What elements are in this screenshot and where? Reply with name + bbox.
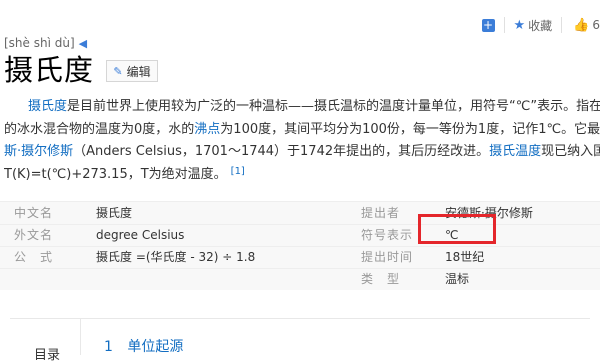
- link-boiling-point[interactable]: 沸点: [194, 122, 220, 137]
- toolbar-divider: [561, 17, 562, 33]
- top-toolbar: + ★ 收藏 👍 6: [482, 14, 600, 36]
- info-value: degree Celsius: [96, 224, 184, 246]
- summary-line-4: T(K)=t(℃)+273.15，T为绝对温度。 [1]: [4, 164, 600, 187]
- catalog-label-box: 目录: [10, 318, 81, 355]
- favorite-label: 收藏: [528, 17, 552, 34]
- summary-line-2: 的冰水混合物的温度为0度，水的沸点为100度，其间平均分为100份，每一等份为1…: [4, 119, 600, 142]
- add-button[interactable]: +: [482, 19, 495, 32]
- summary-line-3: 斯·摄尔修斯（Anders Celsius，1701～1744）于1742年提出…: [4, 141, 600, 164]
- info-value: 18世纪: [445, 246, 484, 268]
- catalog-item-number: 1: [104, 339, 113, 355]
- summary-text: 的冰水混合物的温度为0度，水的: [4, 122, 194, 137]
- catalog-item-label: 单位起源: [127, 339, 183, 355]
- like-count: 6: [592, 18, 600, 32]
- thumbs-up-icon: 👍: [573, 18, 589, 33]
- star-icon: ★: [514, 18, 526, 33]
- summary-text: 是目前世界上使用较为广泛的一种温标——摄氏温标的温度计量单位，用符号“℃”表示。…: [67, 99, 600, 114]
- page-title: 摄氏度: [4, 52, 94, 88]
- info-value: 温标: [445, 268, 469, 290]
- pinyin-text: [shè shì dù]: [4, 36, 75, 50]
- info-label: 外文名: [14, 224, 53, 246]
- link-celsius-temperature[interactable]: 摄氏温度: [489, 144, 541, 159]
- info-row: 中文名 摄氏度 提出者 安德斯·摄尔修斯: [0, 202, 600, 224]
- pinyin: [shè shì dù] ◀: [4, 36, 87, 50]
- info-value: 摄氏度 =(华氏度 - 32) ÷ 1.8: [96, 246, 255, 268]
- pencil-icon: ✎: [113, 65, 122, 78]
- edit-label: 编辑: [127, 63, 151, 80]
- toolbar-divider: [504, 17, 505, 33]
- plus-square-icon: +: [482, 19, 495, 32]
- catalog: 目录 1 单位起源: [0, 318, 600, 355]
- link-celsius[interactable]: 摄氏度: [28, 99, 67, 114]
- highlight-box: [418, 214, 496, 244]
- info-row: 类 型 温标: [0, 268, 600, 290]
- info-label: 类 型: [361, 268, 400, 290]
- summary-paragraph: 摄氏度是目前世界上使用较为广泛的一种温标——摄氏温标的温度计量单位，用符号“℃”…: [4, 96, 600, 186]
- info-label: 中文名: [14, 202, 53, 224]
- edit-button[interactable]: ✎ 编辑: [106, 60, 158, 82]
- reference-link[interactable]: [1]: [231, 166, 245, 177]
- info-label: 提出者: [361, 202, 400, 224]
- catalog-item[interactable]: 1 单位起源: [104, 336, 183, 356]
- info-label: 符号表示: [361, 224, 413, 246]
- link-anders-celsius[interactable]: 斯·摄尔修斯: [4, 144, 73, 159]
- info-label: 提出时间: [361, 246, 413, 268]
- basic-info-table: 中文名 摄氏度 提出者 安德斯·摄尔修斯 外文名 degree Celsius …: [0, 201, 600, 290]
- like-button[interactable]: 👍 6: [571, 18, 600, 33]
- info-value: 摄氏度: [96, 202, 132, 224]
- summary-text: 为100度，其间平均分为100份，每一等份为1度，记作1℃。它最初是由瑞: [220, 122, 600, 137]
- summary-text: 现已纳入国际单位制: [541, 144, 600, 159]
- summary-line-1: 摄氏度是目前世界上使用较为广泛的一种温标——摄氏温标的温度计量单位，用符号“℃”…: [4, 96, 600, 119]
- info-row: 公 式 摄氏度 =(华氏度 - 32) ÷ 1.8 提出时间 18世纪: [0, 246, 600, 268]
- summary-text: T(K)=t(℃)+273.15，T为绝对温度。: [4, 167, 227, 182]
- catalog-divider: [10, 318, 590, 319]
- speaker-icon[interactable]: ◀: [79, 37, 87, 50]
- favorite-button[interactable]: ★ 收藏: [514, 17, 553, 34]
- info-row: 外文名 degree Celsius 符号表示 ℃: [0, 224, 600, 246]
- info-label: 公 式: [14, 246, 53, 268]
- catalog-label: 目录: [34, 344, 60, 363]
- summary-text: （Anders Celsius，1701～1744）于1742年提出的，其后历经…: [73, 144, 489, 159]
